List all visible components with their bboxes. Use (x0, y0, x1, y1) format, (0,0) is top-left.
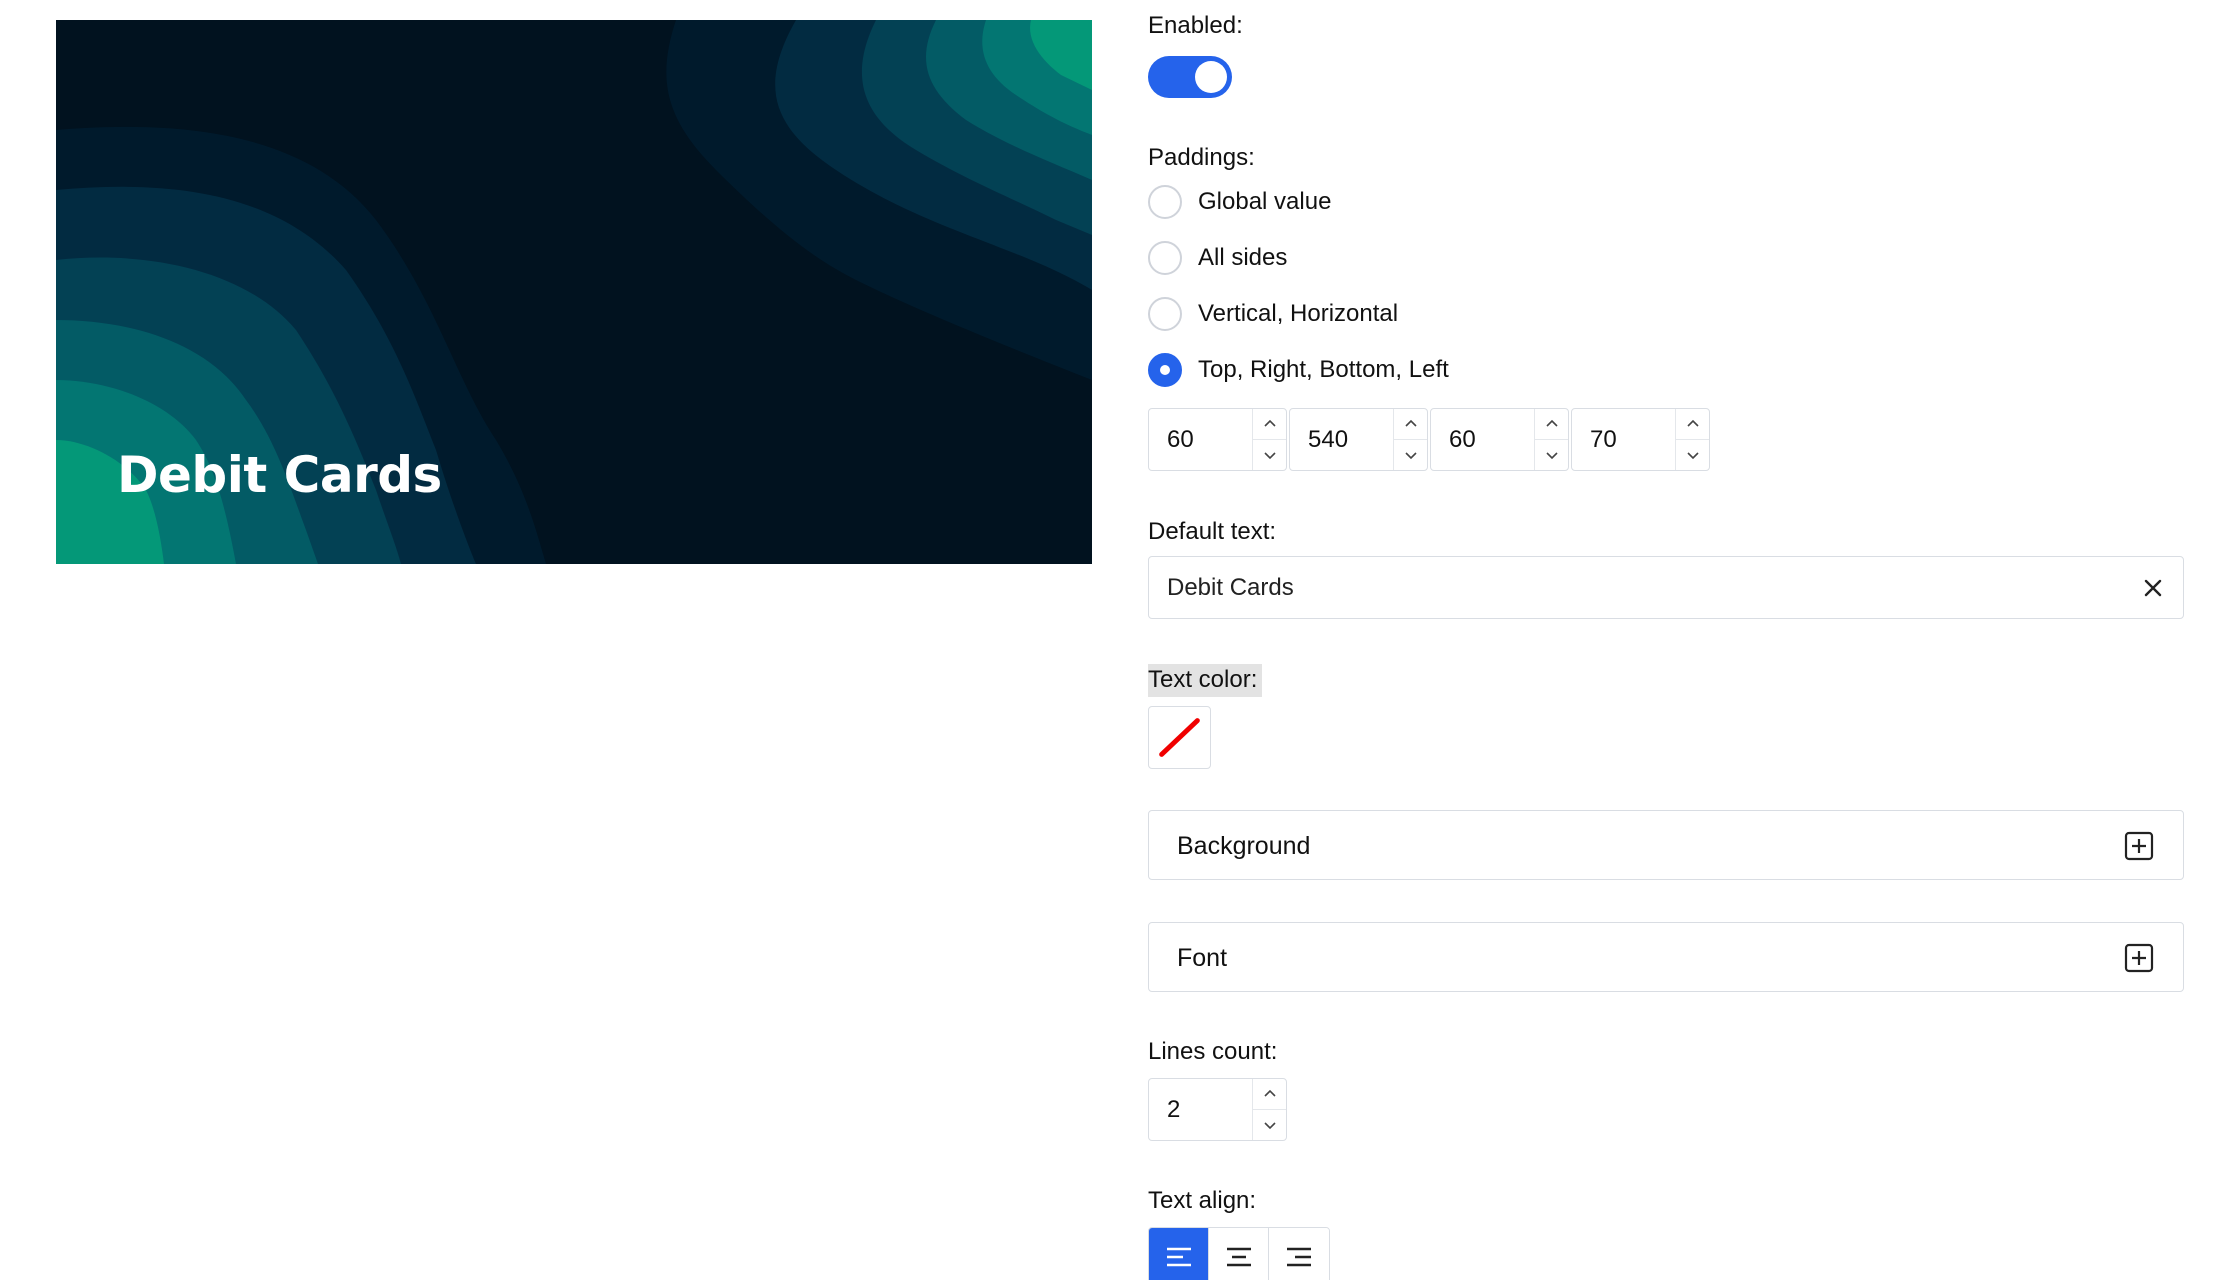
align-center-button[interactable] (1209, 1228, 1269, 1280)
radio-button[interactable] (1148, 241, 1182, 275)
radio-label: All sides (1198, 244, 1288, 271)
no-color-icon (1159, 718, 1200, 757)
text-align-label: Text align: (1148, 1187, 1257, 1214)
chevron-up-icon[interactable] (1394, 409, 1427, 440)
chevron-down-icon[interactable] (1253, 1110, 1286, 1141)
spinner-arrows (1675, 409, 1709, 470)
default-text-value: Debit Cards (1167, 574, 1294, 601)
align-center-icon (1226, 1247, 1251, 1267)
padding-left-input[interactable]: 70 (1571, 408, 1710, 471)
padding-right-input[interactable]: 540 (1289, 408, 1428, 471)
banner-title: Debit Cards (117, 446, 442, 504)
lines-count-value: 2 (1167, 1096, 1181, 1123)
close-icon[interactable] (2139, 574, 2167, 602)
text-color-label: Text color: (1148, 664, 1263, 697)
padding-left-value: 70 (1590, 426, 1617, 453)
align-right-icon (1287, 1247, 1311, 1267)
radio-all-sides[interactable]: All sides (1148, 240, 1287, 276)
banner-preview: Debit Cards (56, 20, 1092, 564)
align-right-button[interactable] (1269, 1228, 1329, 1280)
radio-vertical-horizontal[interactable]: Vertical, Horizontal (1148, 296, 1398, 332)
padding-top-value: 60 (1167, 426, 1194, 453)
spinner-arrows (1252, 1079, 1286, 1140)
plus-square-icon[interactable] (2123, 942, 2155, 974)
padding-bottom-value: 60 (1449, 426, 1476, 453)
align-left-icon (1166, 1247, 1191, 1267)
chevron-down-icon[interactable] (1253, 440, 1286, 471)
radio-button[interactable] (1148, 297, 1182, 331)
chevron-up-icon[interactable] (1253, 1079, 1286, 1110)
radio-label: Global value (1198, 188, 1332, 215)
plus-square-icon[interactable] (2123, 830, 2155, 862)
enabled-label: Enabled: (1148, 12, 1243, 39)
chevron-up-icon[interactable] (1676, 409, 1709, 440)
spinner-arrows (1534, 409, 1568, 470)
spinner-arrows (1393, 409, 1427, 470)
align-left-button[interactable] (1149, 1228, 1209, 1280)
padding-bottom-input[interactable]: 60 (1430, 408, 1569, 471)
background-section[interactable]: Background (1148, 810, 2184, 880)
radio-global-value[interactable]: Global value (1148, 184, 1331, 220)
padding-inputs: 60 540 60 70 (1148, 408, 1710, 471)
radio-button[interactable] (1148, 185, 1182, 219)
chevron-up-icon[interactable] (1253, 409, 1286, 440)
default-text-input[interactable]: Debit Cards (1148, 556, 2184, 619)
font-section[interactable]: Font (1148, 922, 2184, 992)
chevron-down-icon[interactable] (1535, 440, 1568, 471)
radio-label: Vertical, Horizontal (1198, 300, 1399, 327)
enabled-toggle[interactable] (1148, 56, 1232, 98)
padding-top-input[interactable]: 60 (1148, 408, 1287, 471)
paddings-label: Paddings: (1148, 144, 1255, 171)
spinner-arrows (1252, 409, 1286, 470)
default-text-label: Default text: (1148, 518, 1277, 545)
chevron-down-icon[interactable] (1394, 440, 1427, 471)
section-title: Font (1177, 944, 1228, 972)
lines-count-label: Lines count: (1148, 1038, 1278, 1065)
text-align-group (1148, 1227, 1330, 1280)
chevron-up-icon[interactable] (1535, 409, 1568, 440)
section-title: Background (1177, 832, 1311, 860)
toggle-knob (1195, 61, 1227, 93)
padding-right-value: 540 (1308, 426, 1349, 453)
radio-top-right-bottom-left[interactable]: Top, Right, Bottom, Left (1148, 352, 1449, 388)
radio-button-checked[interactable] (1148, 353, 1182, 387)
radio-label: Top, Right, Bottom, Left (1198, 356, 1449, 383)
lines-count-input[interactable]: 2 (1148, 1078, 1287, 1141)
text-color-swatch[interactable] (1148, 706, 1211, 769)
chevron-down-icon[interactable] (1676, 440, 1709, 471)
